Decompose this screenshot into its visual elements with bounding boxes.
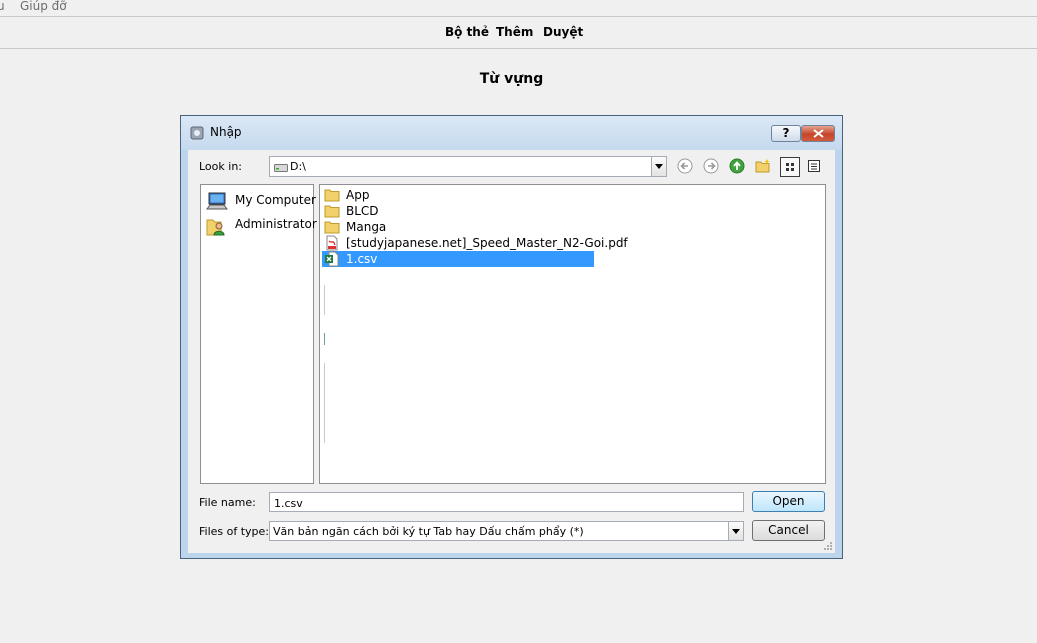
files-of-type-dropdown-arrow[interactable]	[728, 522, 743, 540]
places-sidebar: My Computer Administrator	[200, 184, 317, 484]
computer-icon	[206, 192, 228, 210]
files-of-type-value: Văn bản ngăn cách bởi ký tự Tab hay Dấu …	[273, 525, 584, 538]
close-button[interactable]	[801, 125, 835, 142]
dialog-title: Nhập	[210, 125, 242, 139]
dialog-titlebar[interactable]: Nhập ?	[181, 116, 842, 150]
list-artifact	[324, 285, 325, 315]
detail-view-button[interactable]	[805, 157, 825, 177]
look-in-label: Look in:	[199, 160, 242, 173]
list-view-icon	[786, 163, 794, 171]
look-in-combobox[interactable]: D:\	[269, 156, 667, 177]
file-name-input[interactable]	[269, 492, 744, 512]
files-of-type-combobox[interactable]: Văn bản ngăn cách bởi ký tự Tab hay Dấu …	[269, 521, 744, 541]
drive-icon	[274, 164, 288, 172]
menu-item-partial[interactable]: u	[0, 0, 5, 13]
list-view-button[interactable]	[780, 157, 800, 177]
resize-grip-icon[interactable]	[823, 541, 833, 551]
import-file-dialog: Nhập ? Look in: D:\ My Computer Administ…	[180, 115, 843, 559]
toolbar-decks-button[interactable]: Bộ thẻ	[445, 25, 489, 39]
list-artifact	[324, 333, 325, 345]
sidebar-item-my-computer[interactable]: My Computer	[206, 190, 316, 210]
file-name-label: File name:	[199, 496, 256, 509]
folder-icon	[324, 221, 340, 234]
folder-icon	[324, 189, 340, 202]
app-icon	[190, 126, 204, 140]
look-in-value: D:\	[290, 160, 306, 173]
pdf-file-icon	[326, 235, 338, 251]
toolbar-browse-button[interactable]: Duyệt	[543, 25, 583, 39]
detail-view-icon	[808, 160, 820, 172]
look-in-dropdown-arrow[interactable]	[651, 157, 666, 176]
sidebar-item-label: My Computer	[235, 193, 316, 207]
folder-icon	[324, 205, 340, 218]
sidebar-item-label: Administrator	[235, 217, 317, 231]
back-icon[interactable]	[677, 158, 693, 174]
forward-icon[interactable]	[703, 158, 719, 174]
list-artifact	[324, 363, 325, 443]
list-item-selected[interactable]: 1.csv	[322, 251, 594, 267]
new-folder-icon[interactable]	[755, 158, 771, 174]
sidebar-item-administrator[interactable]: Administrator	[206, 214, 317, 236]
menu-item-help[interactable]: Giúp đỡ	[20, 0, 67, 13]
files-of-type-label: Files of type:	[199, 525, 270, 538]
menu-bar: u Giúp đỡ	[0, 0, 1037, 17]
close-icon	[813, 129, 824, 138]
help-button[interactable]: ?	[771, 125, 801, 142]
user-folder-icon	[206, 219, 225, 236]
toolbar-add-button[interactable]: Thêm	[496, 25, 533, 39]
file-list[interactable]: App BLCD Manga [studyjapanese.net]_Speed…	[319, 184, 826, 484]
open-button[interactable]: Open	[752, 491, 825, 512]
cancel-button[interactable]: Cancel	[752, 520, 825, 541]
csv-file-icon	[325, 251, 339, 267]
deck-title: Từ vựng	[479, 71, 544, 87]
up-folder-icon[interactable]	[729, 158, 745, 174]
main-toolbar: Bộ thẻ Thêm Duyệt	[0, 17, 1037, 49]
dialog-body: Look in: D:\ My Computer Administrator A…	[188, 150, 835, 553]
